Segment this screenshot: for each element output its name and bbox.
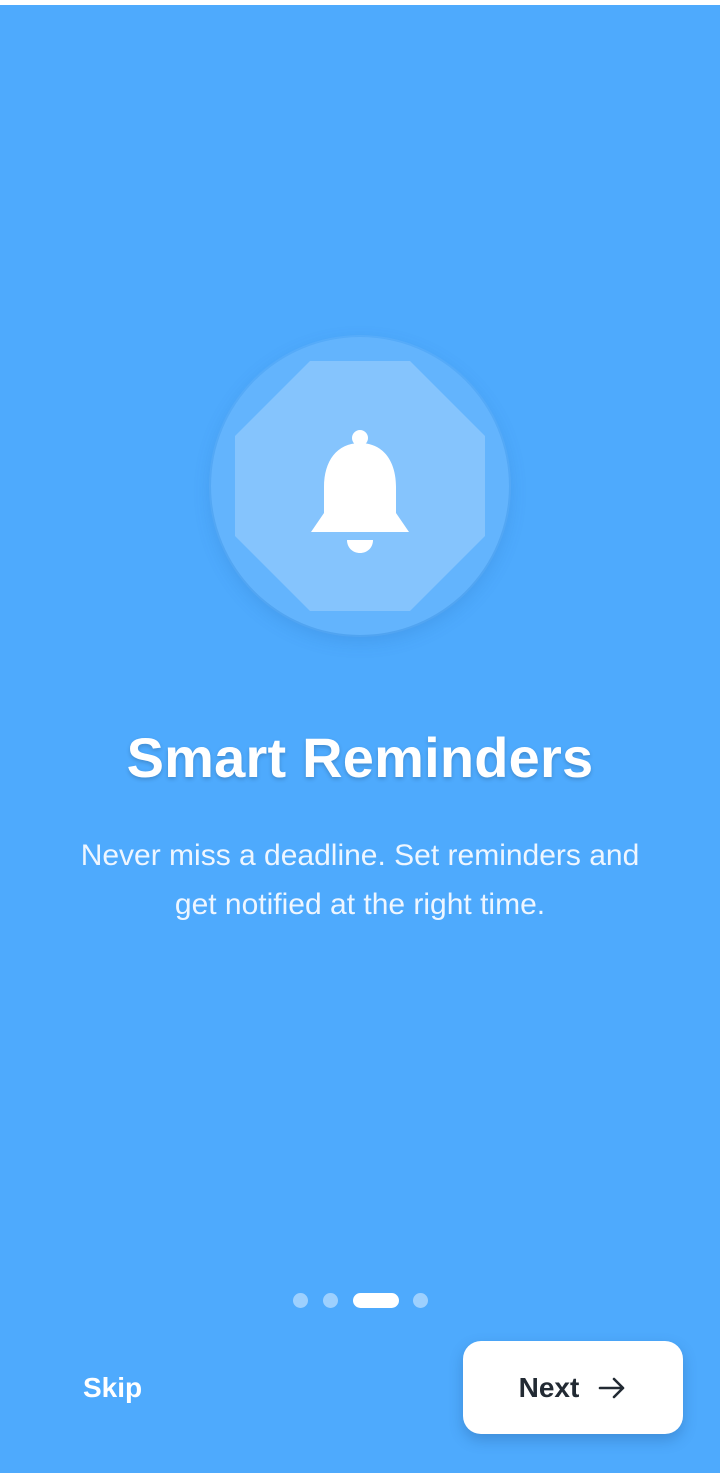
bell-icon [311, 430, 409, 553]
page-dot[interactable] [323, 1293, 338, 1308]
next-button-label: Next [518, 1371, 580, 1403]
page-indicator [0, 1291, 720, 1311]
hero-illustration [211, 337, 509, 635]
page-dot-active[interactable] [353, 1293, 399, 1308]
onboarding-title: Smart Reminders [126, 726, 594, 789]
arrow-right-icon [599, 1377, 625, 1398]
skip-button[interactable]: Skip [83, 1372, 142, 1404]
page-dot[interactable] [293, 1293, 308, 1308]
onboarding-screen: Smart Reminders Never miss a deadline. S… [0, 5, 720, 1473]
page-dot[interactable] [413, 1293, 428, 1308]
next-button[interactable]: Next [463, 1341, 683, 1434]
onboarding-subtitle: Never miss a deadline. Set reminders and… [80, 839, 640, 921]
